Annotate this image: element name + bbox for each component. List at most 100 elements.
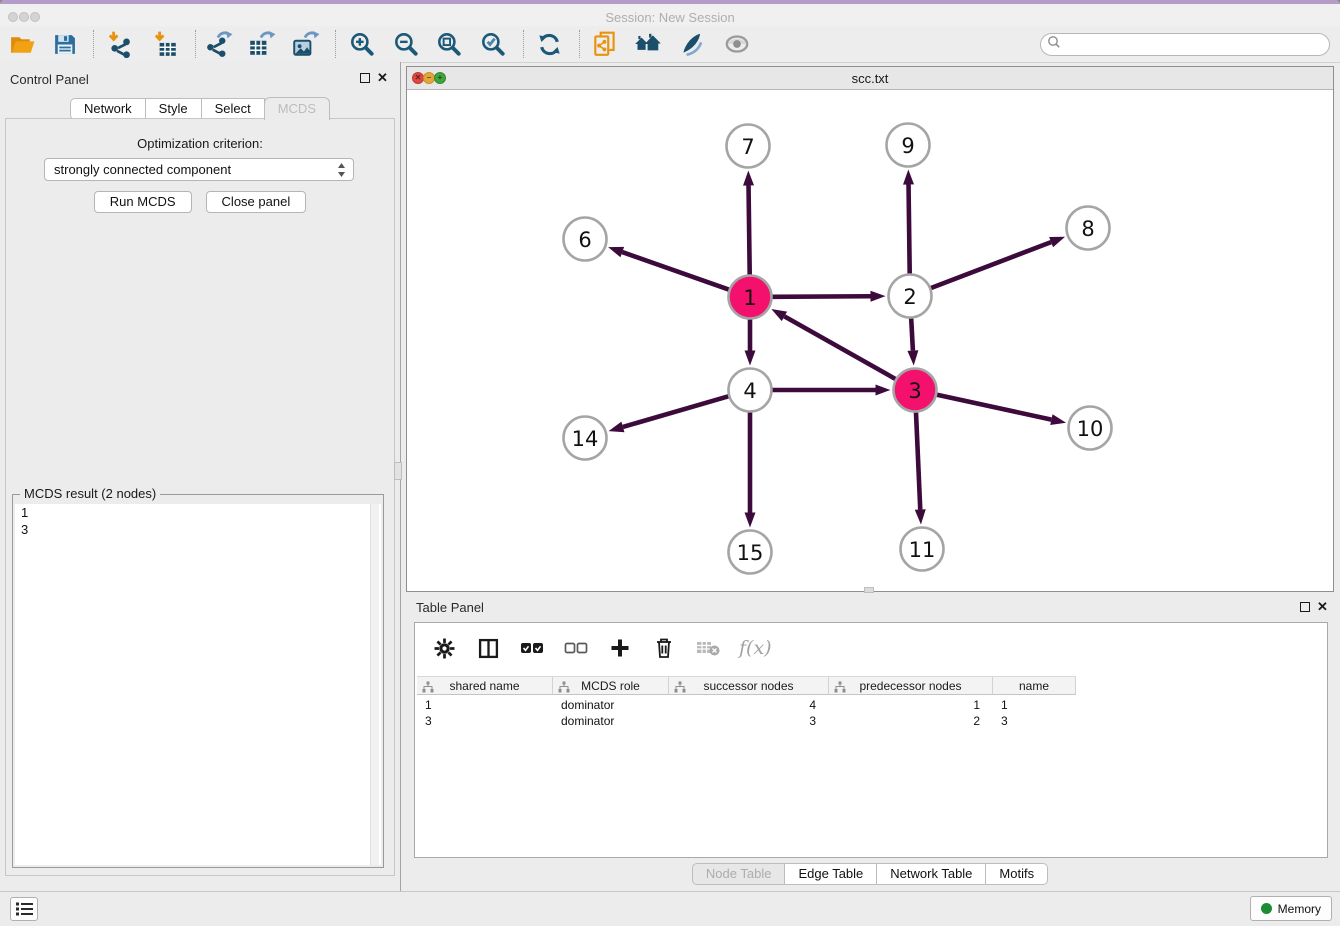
- table-panel: Table Panel ✕: [406, 596, 1334, 888]
- tab-mcds[interactable]: MCDS: [264, 97, 330, 120]
- graph-node-label: 15: [737, 541, 764, 565]
- zoom-in-icon[interactable]: [345, 27, 379, 61]
- column-header-successor-nodes[interactable]: successor nodes: [669, 676, 829, 695]
- close-panel-icon[interactable]: ✕: [377, 71, 388, 84]
- table-panel-tabs: Node Table Edge Table Network Table Moti…: [406, 862, 1334, 885]
- task-history-button[interactable]: [10, 897, 38, 921]
- cell-name[interactable]: 1: [993, 697, 1076, 713]
- table-row[interactable]: 1 dominator 4 1 1: [417, 697, 1076, 713]
- graph-node-label: 2: [903, 285, 916, 309]
- network-window-titlebar[interactable]: ✕ − + scc.txt: [407, 67, 1333, 90]
- application-window: Session: New Session: [0, 0, 1340, 926]
- graph-edge-1-6[interactable]: [622, 252, 729, 289]
- graph-edge-arrow: [1049, 237, 1065, 247]
- graph-edge-3-10[interactable]: [937, 395, 1051, 420]
- clone-network-icon[interactable]: [588, 27, 622, 61]
- column-header-predecessor-nodes[interactable]: predecessor nodes: [829, 676, 993, 695]
- graph-edge-2-9[interactable]: [909, 184, 910, 273]
- deselect-all-icon[interactable]: [563, 635, 589, 661]
- tab-network-table[interactable]: Network Table: [876, 863, 986, 885]
- tab-network[interactable]: Network: [70, 98, 146, 120]
- graph-edge-arrow: [608, 247, 624, 257]
- horizontal-splitter-handle[interactable]: [864, 587, 874, 593]
- birds-eye-view-icon[interactable]: [720, 27, 754, 61]
- graph-node-label: 3: [908, 379, 921, 403]
- save-session-icon[interactable]: [47, 27, 81, 61]
- add-column-icon[interactable]: [607, 635, 633, 661]
- memory-button[interactable]: Memory: [1250, 896, 1332, 921]
- cell-mcds-role[interactable]: dominator: [553, 713, 669, 729]
- zoom-out-icon[interactable]: [389, 27, 423, 61]
- float-panel-icon[interactable]: [360, 73, 370, 83]
- float-table-panel-icon[interactable]: [1300, 602, 1310, 612]
- graphics-details-icon[interactable]: [675, 27, 709, 61]
- open-session-icon[interactable]: [5, 27, 39, 61]
- column-header-mcds-role[interactable]: MCDS role: [553, 676, 669, 695]
- graph-edge-arrow: [1050, 414, 1066, 425]
- graph-edge-4-14[interactable]: [623, 396, 728, 427]
- graph-edge-arrow: [745, 513, 756, 528]
- tab-style[interactable]: Style: [145, 98, 202, 120]
- graph-edge-arrow: [745, 351, 756, 366]
- search-input[interactable]: [1065, 37, 1329, 53]
- graph-node-label: 4: [743, 379, 756, 403]
- zoom-fit-icon[interactable]: [432, 27, 466, 61]
- cell-predecessor-nodes[interactable]: 1: [829, 697, 993, 713]
- cell-successor-nodes[interactable]: 3: [669, 713, 829, 729]
- column-header-shared-name[interactable]: shared name: [417, 676, 553, 695]
- zoom-selected-icon[interactable]: [476, 27, 510, 61]
- run-mcds-button[interactable]: Run MCDS: [94, 191, 192, 213]
- tab-motifs[interactable]: Motifs: [985, 863, 1048, 885]
- cell-shared-name[interactable]: 1: [417, 697, 553, 713]
- tab-select[interactable]: Select: [201, 98, 265, 120]
- main-toolbar: [0, 26, 1340, 63]
- window-titlebar[interactable]: Session: New Session: [0, 4, 1340, 27]
- show-column-panel-icon[interactable]: [475, 635, 501, 661]
- tab-node-table[interactable]: Node Table: [692, 863, 786, 885]
- select-all-icon[interactable]: [519, 635, 545, 661]
- mcds-result-list[interactable]: 1 3: [15, 504, 381, 865]
- result-scrollbar[interactable]: [370, 504, 379, 865]
- optimization-criterion-label: Optimization criterion:: [0, 136, 400, 151]
- graph-edge-3-1[interactable]: [784, 316, 895, 379]
- graph-edge-arrow: [743, 170, 754, 185]
- graph-edge-2-3[interactable]: [911, 318, 913, 350]
- import-table-icon[interactable]: [148, 27, 182, 61]
- delete-table-icon: [695, 635, 721, 661]
- cell-shared-name[interactable]: 3: [417, 713, 553, 729]
- close-table-panel-icon[interactable]: ✕: [1317, 600, 1328, 613]
- table-row[interactable]: 3 dominator 3 2 3: [417, 713, 1076, 729]
- column-header-name[interactable]: name: [993, 676, 1076, 695]
- toolbar-separator: [335, 30, 336, 58]
- toolbar-separator: [523, 30, 524, 58]
- export-table-icon[interactable]: [244, 27, 278, 61]
- search-field[interactable]: [1040, 33, 1330, 56]
- graph-edge-1-2[interactable]: [772, 296, 870, 297]
- graph-node-label: 1: [743, 286, 756, 310]
- vertical-splitter-handle[interactable]: [394, 462, 402, 480]
- graph-edge-1-7[interactable]: [749, 185, 750, 274]
- cell-predecessor-nodes[interactable]: 2: [829, 713, 993, 729]
- close-panel-button[interactable]: Close panel: [206, 191, 307, 213]
- export-image-icon[interactable]: [288, 27, 322, 61]
- network-canvas[interactable]: 7968124314101511: [407, 89, 1333, 591]
- table-panel-title: Table Panel: [416, 600, 484, 615]
- node-table: f(x) shared name MCDS role successor nod…: [414, 622, 1328, 858]
- refresh-icon[interactable]: [532, 27, 566, 61]
- export-network-icon[interactable]: [202, 27, 236, 61]
- graph-edge-2-8[interactable]: [931, 242, 1051, 288]
- cell-mcds-role[interactable]: dominator: [553, 697, 669, 713]
- cell-name[interactable]: 3: [993, 713, 1076, 729]
- cell-successor-nodes[interactable]: 4: [669, 697, 829, 713]
- graph-edge-arrow: [870, 291, 885, 302]
- delete-column-icon[interactable]: [651, 635, 677, 661]
- table-settings-icon[interactable]: [431, 635, 457, 661]
- tab-edge-table[interactable]: Edge Table: [784, 863, 877, 885]
- control-panel: Control Panel ✕ Network Style Select MCD…: [0, 62, 401, 892]
- home-icon[interactable]: [631, 27, 665, 61]
- criterion-dropdown[interactable]: strongly connected component: [44, 158, 354, 181]
- graph-edge-3-11[interactable]: [916, 412, 920, 509]
- graph-edge-arrow: [915, 509, 926, 524]
- network-view-window: ✕ − + scc.txt 7968124314101511: [406, 66, 1334, 592]
- import-network-icon[interactable]: [102, 27, 136, 61]
